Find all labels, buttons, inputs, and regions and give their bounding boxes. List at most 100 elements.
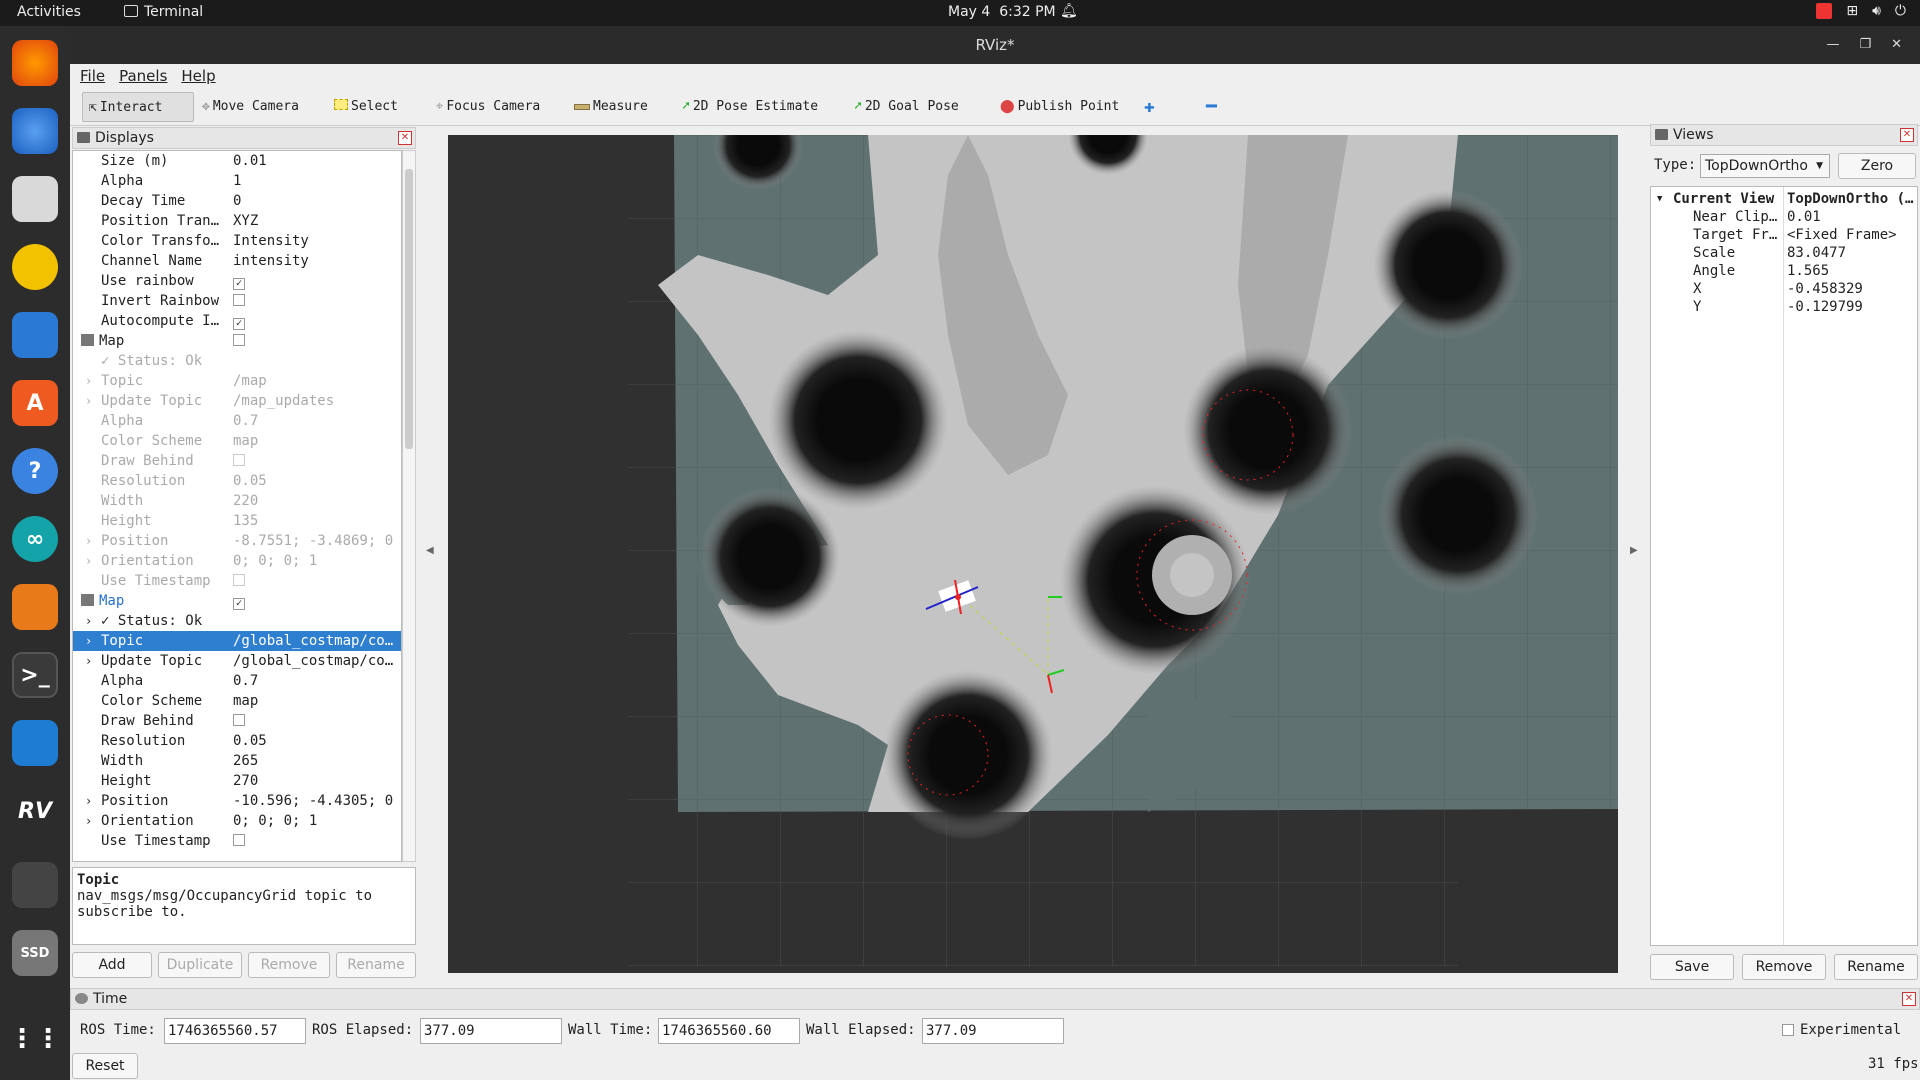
wall-time-field[interactable]: 1746365560.60 — [658, 1018, 800, 1044]
display-property-row[interactable]: Width 265 — [73, 751, 401, 771]
property-value[interactable]: 0.7 — [233, 671, 401, 691]
display-property-row[interactable]: › Update Topic/map_updates — [73, 391, 401, 411]
current-view-row[interactable]: ▼ Current View TopDownOrtho (… — [1651, 190, 1917, 208]
wall-elapsed-field[interactable]: 377.09 — [922, 1018, 1064, 1044]
tool-interact[interactable]: ⇱ Interact — [82, 92, 194, 122]
property-checkbox[interactable]: ✓ — [233, 278, 245, 290]
reset-button[interactable]: Reset — [72, 1053, 138, 1079]
display-property-row[interactable]: › Position -10.596; -4.4305; 0 — [73, 791, 401, 811]
display-property-row[interactable]: Map ✓ — [73, 591, 401, 611]
property-value[interactable]: 265 — [233, 751, 401, 771]
views-tree[interactable]: ▼ Current View TopDownOrtho (… Near Clip… — [1650, 186, 1918, 946]
display-property-row[interactable]: Color Scheme map — [73, 431, 401, 451]
view-property-row[interactable]: Y -0.129799 — [1651, 298, 1917, 316]
display-property-row[interactable]: Use rainbow ✓ — [73, 271, 401, 291]
property-value[interactable]: 0.7 — [233, 411, 401, 431]
property-value[interactable]: 0 — [233, 191, 401, 211]
display-property-row[interactable]: Autocompute I… ✓ — [73, 311, 401, 331]
close-icon[interactable]: ✕ — [1891, 26, 1902, 64]
display-property-row[interactable]: Alpha 0.7 — [73, 411, 401, 431]
firefox-icon[interactable] — [12, 40, 58, 86]
experimental-checkbox[interactable] — [1782, 1024, 1794, 1036]
system-tray[interactable]: ⊞ 🔊︎ ⏻ — [1816, 3, 1906, 19]
display-property-row[interactable]: Height 270 — [73, 771, 401, 791]
display-property-row[interactable]: Draw Behind — [73, 711, 401, 731]
tool-measure[interactable]: Measure — [568, 92, 654, 122]
display-property-row[interactable]: › Orientation 0; 0; 0; 1 — [73, 811, 401, 831]
remove-display-button[interactable]: Remove — [248, 952, 330, 978]
tool-2d-goal-pose[interactable]: ➚ 2D Goal Pose — [848, 92, 965, 122]
display-property-row[interactable]: Resolution 0.05 — [73, 471, 401, 491]
property-checkbox[interactable]: ✓ — [233, 598, 245, 610]
ros-time-field[interactable]: 1746365560.57 — [164, 1018, 306, 1044]
menu-help[interactable]: Help — [181, 64, 215, 88]
add-button[interactable]: Add — [72, 952, 152, 978]
close-icon[interactable]: ✕ — [398, 131, 412, 145]
view-property-row[interactable]: X -0.458329 — [1651, 280, 1917, 298]
duplicate-button[interactable]: Duplicate — [158, 952, 242, 978]
display-property-row[interactable]: Color Transfo… Intensity — [73, 231, 401, 251]
display-property-row[interactable]: › Topic/global_costmap/co… — [73, 631, 401, 651]
display-property-row[interactable]: Resolution 0.05 — [73, 731, 401, 751]
remove-tool-icon[interactable]: ━ — [1200, 92, 1223, 122]
ros-elapsed-field[interactable]: 377.09 — [420, 1018, 562, 1044]
collapse-right-icon[interactable]: ▶ — [1630, 545, 1638, 556]
display-property-row[interactable]: Decay Time 0 — [73, 191, 401, 211]
collapse-left-icon[interactable]: ◀ — [426, 545, 434, 556]
save-view-button[interactable]: Save — [1650, 954, 1734, 980]
display-property-row[interactable]: Alpha 1 — [73, 171, 401, 191]
property-value[interactable]: map — [233, 431, 401, 451]
property-value[interactable]: -8.7551; -3.4869; 0 — [233, 531, 401, 551]
apps-grid-icon[interactable]: ⋮⋮ — [9, 1016, 61, 1062]
display-property-row[interactable]: › ✓ Status: Ok — [73, 611, 401, 631]
rename-display-button[interactable]: Rename — [336, 952, 416, 978]
view-property-row[interactable]: Scale 83.0477 — [1651, 244, 1917, 262]
display-property-row[interactable]: Height 135 — [73, 511, 401, 531]
property-value[interactable]: intensity — [233, 251, 401, 271]
close-icon[interactable]: ✕ — [1900, 128, 1914, 142]
render-viewport[interactable] — [448, 135, 1618, 973]
writer-icon[interactable] — [12, 312, 58, 358]
view-type-select[interactable]: TopDownOrtho ▼ — [1700, 154, 1830, 178]
property-checkbox[interactable] — [233, 834, 245, 846]
tool-move-camera[interactable]: ✥ Move Camera — [196, 92, 305, 122]
help-icon[interactable]: ? — [12, 448, 58, 494]
display-property-row[interactable]: Size (m) 0.01 — [73, 151, 401, 171]
display-property-row[interactable]: Use Timestamp — [73, 831, 401, 851]
property-value[interactable]: 220 — [233, 491, 401, 511]
menu-file[interactable]: File — [80, 64, 105, 88]
displays-scrollbar[interactable] — [402, 150, 416, 862]
display-property-row[interactable]: Width 220 — [73, 491, 401, 511]
activities-button[interactable]: Activities — [17, 4, 81, 20]
displays-tree[interactable]: Size (m) 0.01 Alpha 1 Decay Time 0 Position Tr… — [72, 150, 402, 862]
terminal-dock-icon[interactable]: >_ — [12, 652, 58, 698]
display-property-row[interactable]: › Orientation 0; 0; 0; 1 — [73, 551, 401, 571]
display-property-row[interactable]: Alpha 0.7 — [73, 671, 401, 691]
close-icon[interactable]: ✕ — [1902, 992, 1916, 1006]
property-checkbox[interactable] — [233, 334, 245, 346]
remove-view-button[interactable]: Remove — [1742, 954, 1826, 980]
maximize-icon[interactable]: ❐ — [1859, 26, 1871, 64]
add-tool-icon[interactable]: ✚ — [1138, 92, 1161, 122]
rviz-icon[interactable]: RV — [12, 788, 58, 834]
display-property-row[interactable]: Draw Behind — [73, 451, 401, 471]
app-menu[interactable]: Terminal — [124, 4, 203, 20]
display-property-row[interactable]: › Topic/map — [73, 371, 401, 391]
property-value[interactable]: Intensity — [233, 231, 401, 251]
property-value[interactable]: /map — [233, 371, 401, 391]
display-property-row[interactable]: Map — [73, 331, 401, 351]
clock[interactable]: May 4 6:32 PM — [948, 4, 1056, 20]
property-checkbox[interactable] — [233, 714, 245, 726]
property-checkbox[interactable]: ✓ — [233, 318, 245, 330]
display-property-row[interactable]: › Update Topic/global_costmap/co… — [73, 651, 401, 671]
display-property-row[interactable]: Use Timestamp — [73, 571, 401, 591]
property-value[interactable]: map — [233, 691, 401, 711]
tool-publish-point[interactable]: ⬤ Publish Point — [994, 92, 1125, 122]
display-property-row[interactable]: Position Tran… XYZ — [73, 211, 401, 231]
property-value[interactable]: 270 — [233, 771, 401, 791]
property-value[interactable]: /map_updates — [233, 391, 401, 411]
property-value[interactable]: 0; 0; 0; 1 — [233, 551, 401, 571]
rhythmbox-icon[interactable] — [12, 244, 58, 290]
view-property-row[interactable]: Target Fr… <Fixed Frame> — [1651, 226, 1917, 244]
drive-icon[interactable] — [12, 862, 58, 908]
